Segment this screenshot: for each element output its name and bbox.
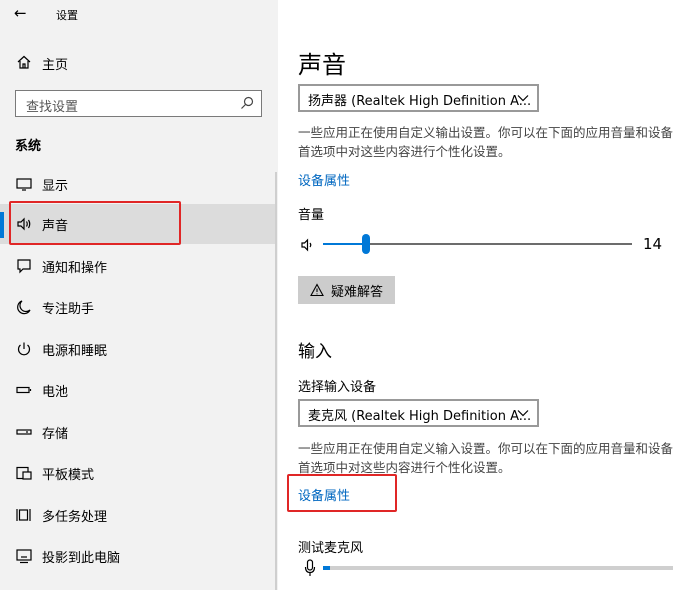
test-microphone-label: 测试麦克风	[298, 541, 364, 556]
storage-icon	[16, 429, 32, 435]
page-title: 声音	[298, 51, 346, 79]
volume-slider-fill	[323, 243, 366, 245]
sidebar-item-label: 投影到此电脑	[42, 551, 121, 566]
microphone-level-fill	[323, 566, 330, 570]
sidebar-item-project-to-pc[interactable]: 投影到此电脑	[0, 536, 275, 576]
notification-icon	[17, 259, 31, 274]
battery-icon	[16, 386, 32, 394]
project-icon	[16, 549, 32, 564]
troubleshoot-label: 疑难解答	[331, 285, 384, 300]
input-description: 一些应用正在使用自定义输入设置。你可以在下面的应用音量和设备首选项中对这些内容进…	[298, 441, 674, 475]
search-input[interactable]: 查找设置	[15, 90, 262, 117]
home-nav[interactable]: 主页	[0, 46, 275, 80]
chevron-down-icon	[517, 410, 529, 417]
sidebar-item-display[interactable]: 显示	[0, 164, 275, 204]
volume-label: 音量	[298, 208, 325, 223]
sidebar-scrollbar[interactable]	[275, 172, 277, 590]
active-indicator	[0, 212, 4, 238]
search-icon	[241, 96, 254, 109]
sidebar-item-storage[interactable]: 存储	[0, 412, 275, 452]
sidebar: ← 设置 主页 查找设置 系统 显示 声音 通知和操作 专注助手 电源和睡眠 电…	[0, 0, 278, 590]
choose-input-label: 选择输入设备	[298, 380, 377, 395]
highlight-box-input-properties	[287, 474, 397, 512]
volume-slider-thumb[interactable]	[362, 234, 370, 254]
sidebar-item-label: 电源和睡眠	[42, 344, 108, 359]
troubleshoot-button[interactable]: 疑难解答	[298, 276, 395, 304]
output-description: 一些应用正在使用自定义输出设置。你可以在下面的应用音量和设备首选项中对这些内容进…	[298, 125, 674, 159]
output-device-value: 扬声器 (Realtek High Definition A...	[308, 94, 532, 109]
moon-icon	[17, 300, 31, 315]
microphone-level-meter	[323, 566, 673, 570]
home-label: 主页	[42, 58, 69, 73]
volume-icon[interactable]	[299, 237, 315, 253]
title-bar: ← 设置	[0, 0, 278, 30]
window-title: 设置	[56, 9, 78, 22]
sidebar-item-battery[interactable]: 电池	[0, 370, 275, 410]
main-content: 声音 扬声器 (Realtek High Definition A... 一些应…	[278, 0, 692, 590]
home-icon	[17, 55, 31, 69]
power-icon	[17, 342, 31, 356]
sidebar-item-focus-assist[interactable]: 专注助手	[0, 287, 275, 327]
volume-slider[interactable]	[323, 234, 632, 254]
input-section-title: 输入	[298, 342, 332, 362]
sidebar-item-label: 专注助手	[42, 302, 95, 317]
section-title-system: 系统	[15, 139, 42, 154]
chevron-down-icon	[517, 95, 529, 102]
output-device-dropdown[interactable]: 扬声器 (Realtek High Definition A...	[298, 84, 539, 112]
sidebar-item-power-sleep[interactable]: 电源和睡眠	[0, 329, 275, 369]
microphone-icon	[304, 559, 316, 576]
volume-value: 14	[643, 235, 663, 253]
tablet-icon	[16, 466, 32, 480]
sidebar-item-label: 显示	[42, 179, 69, 194]
highlight-box-sound	[9, 201, 181, 245]
sidebar-item-multitasking[interactable]: 多任务处理	[0, 495, 275, 535]
warning-icon	[310, 283, 324, 297]
input-device-value: 麦克风 (Realtek High Definition A...	[308, 409, 532, 424]
sidebar-item-notifications[interactable]: 通知和操作	[0, 246, 275, 286]
input-device-dropdown[interactable]: 麦克风 (Realtek High Definition A...	[298, 399, 539, 427]
sidebar-item-label: 平板模式	[42, 468, 95, 483]
output-device-properties-link[interactable]: 设备属性	[298, 170, 350, 189]
search-placeholder: 查找设置	[26, 100, 79, 115]
sidebar-item-tablet-mode[interactable]: 平板模式	[0, 453, 275, 493]
sidebar-item-label: 电池	[42, 385, 69, 400]
sidebar-item-label: 多任务处理	[42, 510, 108, 525]
display-icon	[16, 178, 32, 191]
sidebar-item-label: 通知和操作	[42, 261, 108, 276]
multitask-icon	[16, 509, 31, 521]
back-arrow-icon[interactable]: ←	[14, 4, 27, 22]
sidebar-item-label: 存储	[42, 427, 69, 442]
